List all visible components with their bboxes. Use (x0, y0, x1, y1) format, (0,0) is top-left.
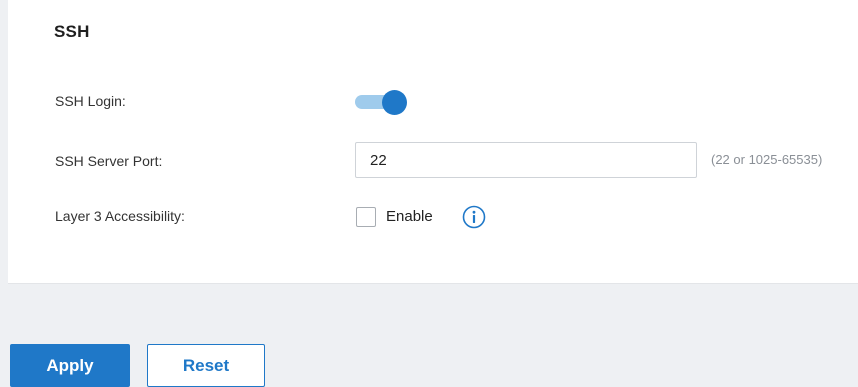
port-range-hint: (22 or 1025-65535) (711, 152, 823, 167)
ssh-settings-panel: SSH SSH Login: SSH Server Port: (22 or 1… (8, 0, 858, 284)
ssh-server-port-input[interactable] (355, 142, 697, 178)
apply-button[interactable]: Apply (10, 344, 130, 387)
info-circle-icon[interactable] (462, 205, 486, 229)
layer3-enable-label[interactable]: Enable (386, 208, 433, 225)
layer3-enable-checkbox[interactable] (356, 207, 376, 227)
reset-button[interactable]: Reset (147, 344, 265, 387)
section-title: SSH (54, 22, 90, 41)
layer3-accessibility-label: Layer 3 Accessibility: (55, 208, 185, 224)
ssh-login-toggle[interactable] (352, 89, 410, 115)
ssh-server-port-label: SSH Server Port: (55, 153, 163, 169)
ssh-login-label: SSH Login: (55, 93, 126, 109)
toggle-knob (382, 90, 407, 115)
